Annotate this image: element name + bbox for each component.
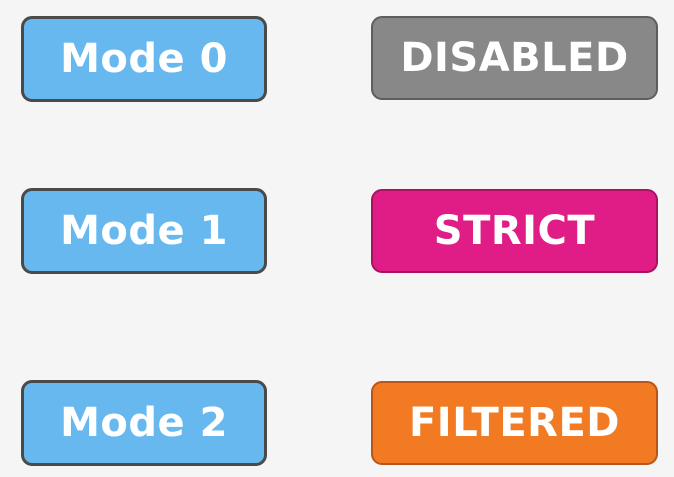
disabled-label: DISABLED <box>400 35 629 81</box>
mode-1-box: Mode 1 <box>21 188 267 274</box>
mode-1-label: Mode 1 <box>60 208 228 254</box>
mode-2-box: Mode 2 <box>21 380 267 466</box>
strict-box: STRICT <box>371 189 658 273</box>
mode-0-label: Mode 0 <box>60 36 228 82</box>
filtered-box: FILTERED <box>371 381 658 465</box>
filtered-label: FILTERED <box>408 400 620 446</box>
mode-0-box: Mode 0 <box>21 16 267 102</box>
disabled-box: DISABLED <box>371 16 658 100</box>
strict-label: STRICT <box>433 208 596 254</box>
mode-2-label: Mode 2 <box>60 400 228 446</box>
